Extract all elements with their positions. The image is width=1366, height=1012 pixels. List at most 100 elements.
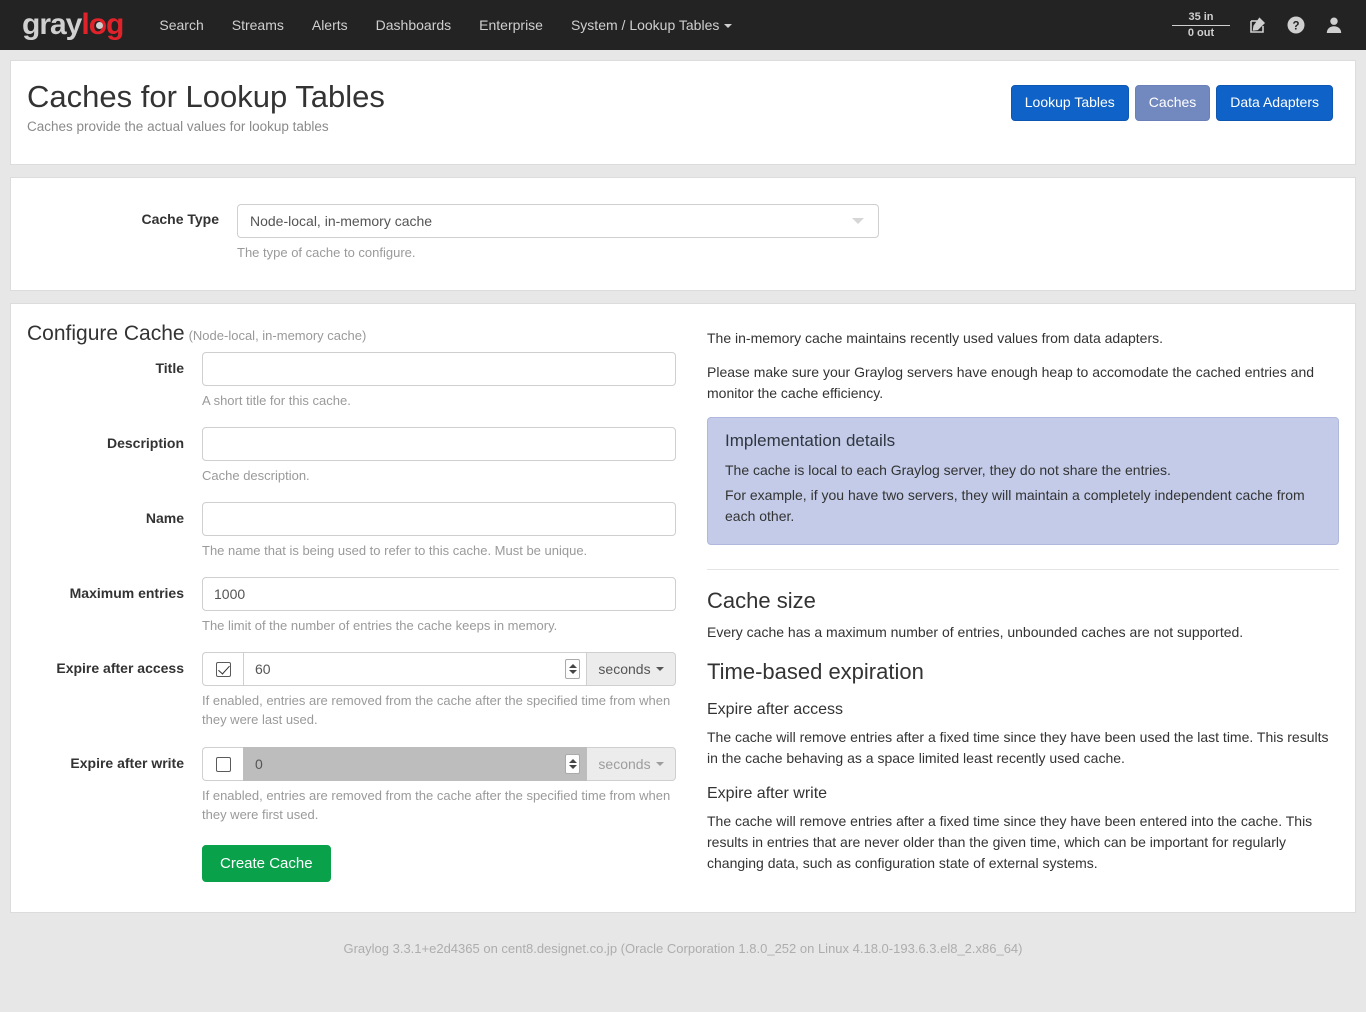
cache-type-select[interactable]: Node-local, in-memory cache <box>237 204 879 238</box>
stepper-down-icon[interactable] <box>568 670 577 675</box>
nav-link-enterprise[interactable]: Enterprise <box>465 2 557 48</box>
nav-link-enterprise-label: Enterprise <box>479 17 543 33</box>
name-label: Name <box>145 509 184 526</box>
doc-intro-2: Please make sure your Graylog servers ha… <box>707 364 1315 401</box>
expire-after-access-control: seconds If enabled, entries are removed … <box>202 652 687 730</box>
user-icon[interactable] <box>1324 15 1344 35</box>
max-entries-help: The limit of the number of entries the c… <box>202 617 558 633</box>
implementation-details-line-2: For example, if you have two servers, th… <box>725 487 1305 524</box>
implementation-details-alert: Implementation details The cache is loca… <box>707 417 1339 545</box>
configure-cache-card: Configure Cache (Node-local, in-memory ca… <box>10 303 1356 913</box>
cache-size-heading: Cache size <box>707 569 1339 614</box>
field-row-max-entries: Maximum entries The limit of the number … <box>27 576 687 636</box>
name-input[interactable] <box>202 501 676 536</box>
doc-expire-after-access-text: The cache will remove entries after a fi… <box>707 729 1329 766</box>
graylog-logo[interactable]: gray log <box>22 8 124 41</box>
brand-gray-text: gray <box>22 8 82 41</box>
expire-after-access-unit-label: seconds <box>598 661 651 678</box>
chevron-down-icon <box>655 667 664 672</box>
lookup-tables-button[interactable]: Lookup Tables <box>1010 85 1129 121</box>
nav-link-dashboards-label: Dashboards <box>375 17 452 33</box>
data-adapters-button[interactable]: Data Adapters <box>1216 85 1333 121</box>
nav-link-alerts[interactable]: Alerts <box>298 2 362 48</box>
implementation-details-line-1: The cache is local to each Graylog serve… <box>725 462 1171 478</box>
cache-size-text: Every cache has a maximum number of entr… <box>707 624 1244 640</box>
title-help: A short title for this cache. <box>202 393 351 408</box>
nav-link-alerts-label: Alerts <box>311 17 348 33</box>
brand-red-text: log <box>81 8 124 41</box>
expire-after-write-label: Expire after write <box>70 755 184 772</box>
doc-expire-after-write-text: The cache will remove entries after a fi… <box>707 813 1313 871</box>
cache-type-label: Cache Type <box>141 211 219 227</box>
configure-cache-heading-sub: (Node-local, in-memory cache) <box>188 328 367 343</box>
throughput-indicator[interactable]: 35 in 0 out <box>1172 10 1230 40</box>
expire-after-write-group: seconds <box>202 747 676 782</box>
throughput-out-value: 0 out <box>1187 26 1215 39</box>
expire-after-access-checkbox[interactable] <box>202 652 243 687</box>
nav-link-system-label: System / Lookup Tables <box>570 17 720 33</box>
chevron-down-icon <box>655 762 664 767</box>
chevron-down-icon <box>724 24 733 29</box>
max-entries-label: Maximum entries <box>69 584 184 601</box>
nav-link-system-lookup-tables[interactable]: System / Lookup Tables <box>557 2 746 48</box>
expire-after-write-stepper <box>565 754 580 775</box>
throughput-in-value: 35 in <box>1188 10 1214 23</box>
configure-cache-heading: Configure Cache (Node-local, in-memory ca… <box>27 322 687 346</box>
title-label: Title <box>155 360 184 376</box>
nav-links: Search Streams Alerts Dashboards Enterpr… <box>145 2 746 48</box>
throughput-out: 0 out <box>1172 26 1230 41</box>
checkbox-unchecked-icon <box>215 756 231 772</box>
field-row-submit: Create Cache <box>27 844 687 882</box>
max-entries-input[interactable] <box>202 576 676 611</box>
expire-after-write-number-wrap <box>243 747 587 782</box>
expire-after-access-stepper[interactable] <box>565 659 580 680</box>
max-entries-control: The limit of the number of entries the c… <box>202 576 687 636</box>
cache-type-card: Cache Type Node-local, in-memory cache T… <box>10 177 1356 291</box>
top-navbar: gray log Search Streams Alerts Dashboards… <box>0 0 1366 50</box>
description-control: Cache description. <box>202 426 687 486</box>
expire-after-write-help: If enabled, entries are removed from the… <box>202 788 671 822</box>
edit-icon[interactable] <box>1248 15 1268 35</box>
nav-link-search-label: Search <box>159 17 204 33</box>
expire-after-write-input <box>244 748 586 781</box>
expire-after-access-help: If enabled, entries are removed from the… <box>202 693 671 728</box>
expire-after-access-group: seconds <box>202 652 676 687</box>
documentation-column: The in-memory cache maintains recently u… <box>687 322 1339 888</box>
create-cache-button[interactable]: Create Cache <box>202 844 331 882</box>
description-label: Description <box>106 434 184 451</box>
page-header-card: Caches for Lookup Tables Caches provide … <box>10 60 1356 165</box>
title-input[interactable] <box>202 352 676 386</box>
expire-after-access-unit-dropdown[interactable]: seconds <box>587 652 676 687</box>
nav-link-streams[interactable]: Streams <box>218 2 298 48</box>
navbar-right: 35 in 0 out ? <box>1172 10 1350 40</box>
caches-button[interactable]: Caches <box>1134 85 1211 121</box>
page-container: Caches for Lookup Tables Caches provide … <box>0 50 1366 976</box>
configure-form-column: Configure Cache (Node-local, in-memory ca… <box>27 322 687 888</box>
expire-after-access-input[interactable] <box>244 653 586 686</box>
throughput-in: 35 in <box>1172 10 1230 26</box>
doc-intro-1: The in-memory cache maintains recently u… <box>707 330 1163 346</box>
page-title: Caches for Lookup Tables <box>27 79 385 114</box>
nav-link-search[interactable]: Search <box>145 2 217 48</box>
checkbox-checked-icon <box>215 661 231 677</box>
page-subtitle: Caches provide the actual values for loo… <box>27 118 329 134</box>
stepper-down-icon <box>568 765 577 770</box>
expire-after-write-unit-label: seconds <box>598 756 651 773</box>
help-icon[interactable]: ? <box>1286 15 1306 35</box>
expire-after-access-number-wrap <box>243 652 587 687</box>
cache-type-help: The type of cache to configure. <box>237 245 416 260</box>
expire-after-write-checkbox[interactable] <box>202 747 243 782</box>
field-row-expire-after-access: Expire after access 60 seconds If enable… <box>27 652 687 730</box>
cache-type-control: Node-local, in-memory cache The type of … <box>237 204 879 260</box>
nav-link-dashboards[interactable]: Dashboards <box>362 2 466 48</box>
expire-after-access-label: Expire after access <box>56 660 184 677</box>
configure-cache-heading-text: Configure Cache <box>27 322 185 345</box>
page-action-buttons: Lookup Tables Caches Data Adapters <box>1010 79 1339 121</box>
doc-expire-after-write-heading: Expire after write <box>707 785 828 802</box>
stepper-up-icon[interactable] <box>568 664 577 669</box>
doc-expire-after-access-heading: Expire after access <box>707 701 844 718</box>
expire-after-write-unit-dropdown: seconds <box>587 747 676 782</box>
description-input[interactable] <box>202 426 676 461</box>
submit-control: Create Cache <box>202 844 687 882</box>
cache-type-selected-value: Node-local, in-memory cache <box>250 213 433 229</box>
